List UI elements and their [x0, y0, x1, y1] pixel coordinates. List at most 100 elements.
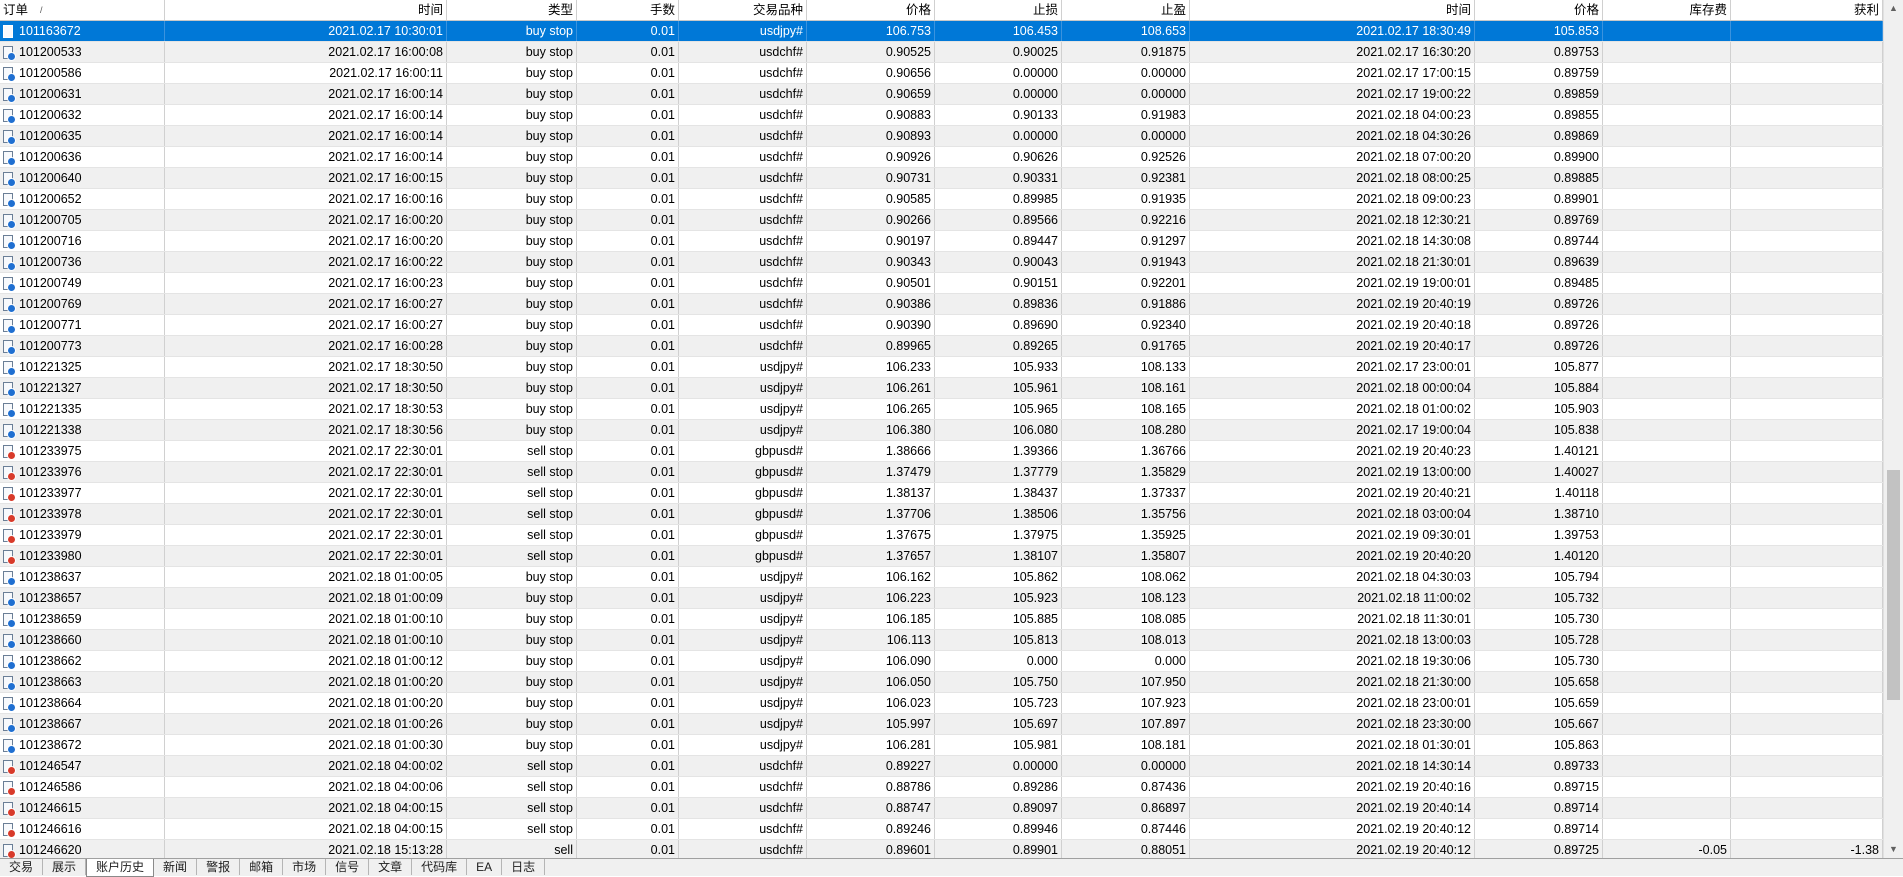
- order-sell-icon: [3, 549, 16, 565]
- order-cell: 101200769: [0, 294, 165, 314]
- order-cell: 101221335: [0, 399, 165, 419]
- order-number: 101200769: [19, 297, 82, 311]
- tab-7[interactable]: 信号: [326, 859, 370, 875]
- header-open-time[interactable]: 时间: [165, 0, 447, 20]
- scroll-down-arrow-icon[interactable]: ▼: [1884, 841, 1903, 858]
- table-row[interactable]: 101200632 2021.02.17 16:00:14 buy stop 0.01…: [0, 105, 1883, 126]
- table-row[interactable]: 101221327 2021.02.17 18:30:50 buy stop 0.01…: [0, 378, 1883, 399]
- close-price-cell: 0.89869: [1475, 126, 1603, 146]
- header-symbol[interactable]: 交易品种: [679, 0, 807, 20]
- lots-cell: 0.01: [577, 378, 679, 398]
- scroll-thumb[interactable]: [1887, 470, 1900, 700]
- close-time-cell: 2021.02.19 20:40:18: [1190, 315, 1475, 335]
- stop-loss-cell: 1.38437: [935, 483, 1062, 503]
- header-order[interactable]: 订单 /: [0, 0, 165, 20]
- tab-3[interactable]: 新闻: [154, 859, 198, 875]
- table-row[interactable]: 101221338 2021.02.17 18:30:56 buy stop 0.01…: [0, 420, 1883, 441]
- table-row[interactable]: 101238664 2021.02.18 01:00:20 buy stop 0.01…: [0, 693, 1883, 714]
- tab-9[interactable]: 代码库: [412, 859, 468, 875]
- table-row[interactable]: 101246620 2021.02.18 15:13:28 sell 0.01 usdc…: [0, 840, 1883, 858]
- table-row[interactable]: 101200635 2021.02.17 16:00:14 buy stop 0.01…: [0, 126, 1883, 147]
- tab-6[interactable]: 市场: [283, 859, 327, 875]
- table-row[interactable]: 101246547 2021.02.18 04:00:02 sell stop 0.0…: [0, 756, 1883, 777]
- vertical-scrollbar[interactable]: ▲ ▼: [1883, 0, 1903, 858]
- table-row[interactable]: 101246615 2021.02.18 04:00:15 sell stop 0.0…: [0, 798, 1883, 819]
- table-row[interactable]: 101233980 2021.02.17 22:30:01 sell stop 0.0…: [0, 546, 1883, 567]
- swap-cell: [1603, 798, 1731, 818]
- table-row[interactable]: 101200636 2021.02.17 16:00:14 buy stop 0.01…: [0, 147, 1883, 168]
- header-close-time[interactable]: 时间: [1190, 0, 1475, 20]
- header-close-price[interactable]: 价格: [1475, 0, 1603, 20]
- type-cell: buy stop: [447, 63, 577, 83]
- table-row[interactable]: 101163672 2021.02.17 10:30:01 buy stop 0.01…: [0, 21, 1883, 42]
- table-row[interactable]: 101200736 2021.02.17 16:00:22 buy stop 0.01…: [0, 252, 1883, 273]
- table-row[interactable]: 101221325 2021.02.17 18:30:50 buy stop 0.01…: [0, 357, 1883, 378]
- take-profit-cell: 0.00000: [1062, 756, 1190, 776]
- order-cell: 101238672: [0, 735, 165, 755]
- table-row[interactable]: 101200769 2021.02.17 16:00:27 buy stop 0.01…: [0, 294, 1883, 315]
- table-row[interactable]: 101238662 2021.02.18 01:00:12 buy stop 0.01…: [0, 651, 1883, 672]
- table-row[interactable]: 101238660 2021.02.18 01:00:10 buy stop 0.01…: [0, 630, 1883, 651]
- table-row[interactable]: 101238663 2021.02.18 01:00:20 buy stop 0.01…: [0, 672, 1883, 693]
- table-row[interactable]: 101200773 2021.02.17 16:00:28 buy stop 0.01…: [0, 336, 1883, 357]
- scroll-up-arrow-icon[interactable]: ▲: [1884, 0, 1903, 17]
- close-price-cell: 0.89901: [1475, 189, 1603, 209]
- table-row[interactable]: 101238659 2021.02.18 01:00:10 buy stop 0.01…: [0, 609, 1883, 630]
- order-number: 101238663: [19, 675, 82, 689]
- header-swap[interactable]: 库存费: [1603, 0, 1731, 20]
- close-time-cell: 2021.02.18 08:00:25: [1190, 168, 1475, 188]
- open-time-cell: 2021.02.17 16:00:22: [165, 252, 447, 272]
- table-row[interactable]: 101200631 2021.02.17 16:00:14 buy stop 0.01…: [0, 84, 1883, 105]
- tab-0[interactable]: 交易: [0, 859, 44, 875]
- stop-loss-cell: 0.89097: [935, 798, 1062, 818]
- table-row[interactable]: 101233978 2021.02.17 22:30:01 sell stop 0.0…: [0, 504, 1883, 525]
- table-row[interactable]: 101238657 2021.02.18 01:00:09 buy stop 0.01…: [0, 588, 1883, 609]
- order-number: 101200771: [19, 318, 82, 332]
- table-row[interactable]: 101200705 2021.02.17 16:00:20 buy stop 0.01…: [0, 210, 1883, 231]
- open-time-cell: 2021.02.17 16:00:14: [165, 147, 447, 167]
- table-row[interactable]: 101200749 2021.02.17 16:00:23 buy stop 0.01…: [0, 273, 1883, 294]
- header-price[interactable]: 价格: [807, 0, 935, 20]
- table-row[interactable]: 101221335 2021.02.17 18:30:53 buy stop 0.01…: [0, 399, 1883, 420]
- table-row[interactable]: 101233975 2021.02.17 22:30:01 sell stop 0.0…: [0, 441, 1883, 462]
- tab-1[interactable]: 展示: [43, 859, 87, 875]
- header-lots[interactable]: 手数: [577, 0, 679, 20]
- header-profit[interactable]: 获利: [1731, 0, 1883, 20]
- order-cell: 101233978: [0, 504, 165, 524]
- tab-11[interactable]: 日志: [502, 859, 546, 875]
- open-time-cell: 2021.02.17 16:00:14: [165, 84, 447, 104]
- table-row[interactable]: 101233977 2021.02.17 22:30:01 sell stop 0.0…: [0, 483, 1883, 504]
- tab-2[interactable]: 账户历史: [86, 859, 155, 877]
- price-cell: 0.90926: [807, 147, 935, 167]
- header-take-profit[interactable]: 止盈: [1062, 0, 1190, 20]
- tab-4[interactable]: 警报: [197, 859, 241, 875]
- swap-cell: [1603, 420, 1731, 440]
- price-cell: 0.89965: [807, 336, 935, 356]
- table-row[interactable]: 101200640 2021.02.17 16:00:15 buy stop 0.01…: [0, 168, 1883, 189]
- table-row[interactable]: 101200716 2021.02.17 16:00:20 buy stop 0.01…: [0, 231, 1883, 252]
- type-cell: buy stop: [447, 693, 577, 713]
- order-sell-icon: [3, 465, 16, 481]
- table-row[interactable]: 101233979 2021.02.17 22:30:01 sell stop 0.0…: [0, 525, 1883, 546]
- table-row[interactable]: 101246586 2021.02.18 04:00:06 sell stop 0.0…: [0, 777, 1883, 798]
- close-price-cell: 1.39753: [1475, 525, 1603, 545]
- header-type[interactable]: 类型: [447, 0, 577, 20]
- table-row[interactable]: 101200586 2021.02.17 16:00:11 buy stop 0.01…: [0, 63, 1883, 84]
- price-cell: 0.90266: [807, 210, 935, 230]
- close-time-cell: 2021.02.18 04:30:26: [1190, 126, 1475, 146]
- table-row[interactable]: 101200652 2021.02.17 16:00:16 buy stop 0.01…: [0, 189, 1883, 210]
- profit-cell: [1731, 252, 1883, 272]
- order-cell: 101238637: [0, 567, 165, 587]
- table-row[interactable]: 101238672 2021.02.18 01:00:30 buy stop 0.01…: [0, 735, 1883, 756]
- stop-loss-cell: 0.90626: [935, 147, 1062, 167]
- tab-5[interactable]: 邮箱: [240, 859, 284, 875]
- table-row[interactable]: 101200771 2021.02.17 16:00:27 buy stop 0.01…: [0, 315, 1883, 336]
- tab-10[interactable]: EA: [467, 859, 503, 875]
- tab-8[interactable]: 文章: [369, 859, 413, 875]
- table-row[interactable]: 101238667 2021.02.18 01:00:26 buy stop 0.01…: [0, 714, 1883, 735]
- header-stop-loss[interactable]: 止损: [935, 0, 1062, 20]
- table-row[interactable]: 101200533 2021.02.17 16:00:08 buy stop 0.01…: [0, 42, 1883, 63]
- table-row[interactable]: 101238637 2021.02.18 01:00:05 buy stop 0.01…: [0, 567, 1883, 588]
- table-row[interactable]: 101246616 2021.02.18 04:00:15 sell stop 0.0…: [0, 819, 1883, 840]
- table-row[interactable]: 101233976 2021.02.17 22:30:01 sell stop 0.0…: [0, 462, 1883, 483]
